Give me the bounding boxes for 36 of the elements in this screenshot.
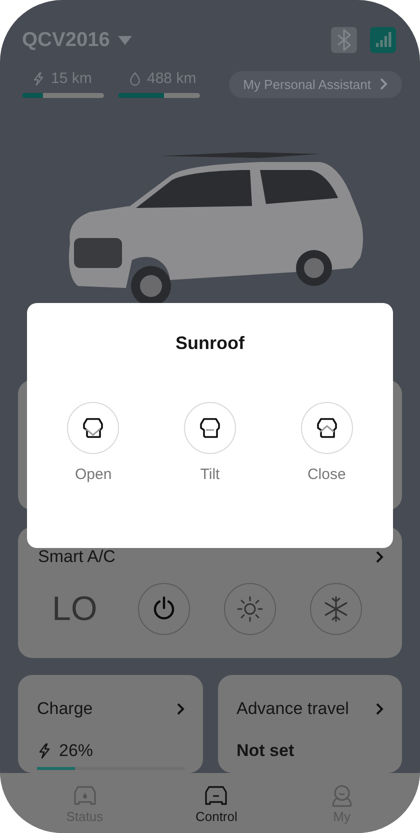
sunroof-action[interactable]: Open (67, 402, 120, 483)
sun-icon (237, 596, 263, 622)
chevron-icon (375, 551, 384, 563)
power-icon (151, 596, 177, 622)
caret-icon (118, 36, 132, 44)
tab[interactable]: Control (195, 783, 238, 824)
action-label: Open (74, 466, 112, 483)
sunroof-close-icon (316, 416, 338, 440)
sunroof-tilt-icon (198, 416, 221, 440)
chevron-icon (176, 703, 184, 715)
drop-icon (128, 70, 142, 86)
person-icon (330, 783, 354, 807)
temperature-reading: LO (52, 590, 98, 628)
charge-reading: 26% (59, 741, 94, 761)
action-label: Close (307, 466, 346, 483)
snowflake-icon (323, 596, 349, 622)
snowflake-button[interactable] (310, 583, 362, 635)
sunroof-button[interactable] (184, 402, 236, 454)
assistant-button[interactable]: My Personal Assistant (229, 70, 402, 98)
car-control-icon (204, 783, 228, 807)
travel-title: Advance travel (236, 699, 349, 719)
sunroof-button[interactable] (300, 402, 353, 454)
sun-button[interactable] (224, 583, 276, 635)
dialog-title: Sunroof (174, 333, 246, 354)
sunroof-open-icon (82, 416, 104, 440)
action-label: Tilt (200, 466, 220, 483)
sunroof-button[interactable] (67, 402, 120, 454)
travel-value: Not set (236, 741, 296, 761)
ac-title: Smart A/C (38, 547, 116, 567)
chevron-icon (375, 703, 384, 715)
power-button[interactable] (138, 583, 190, 635)
sunroof-action[interactable]: Tilt (184, 402, 236, 483)
sunroof-action[interactable]: Close (300, 402, 353, 483)
bolt-icon (32, 70, 46, 86)
charge-title: Charge (37, 699, 93, 719)
chevron-icon (379, 78, 388, 90)
